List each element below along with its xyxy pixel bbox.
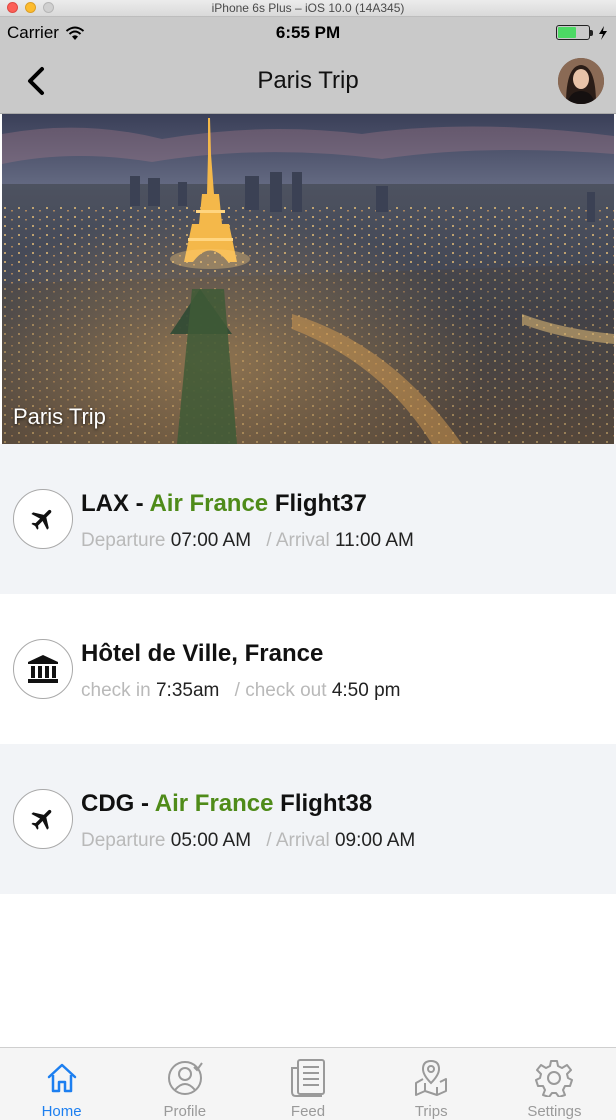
tab-label: Feed bbox=[290, 1103, 326, 1120]
feed-icon bbox=[288, 1058, 328, 1098]
check-in-label: check in bbox=[81, 680, 151, 701]
map-icon bbox=[411, 1058, 451, 1098]
tab-label: Home bbox=[41, 1103, 82, 1120]
title-dash: - bbox=[134, 790, 155, 817]
arrival-time: 11:00 AM bbox=[334, 530, 414, 551]
item-times: Departure 05:00 AM / Arrival 09:00 AM bbox=[81, 830, 415, 852]
item-times: check in 7:35am / check out 4:50 pm bbox=[81, 680, 400, 702]
origin-code: LAX bbox=[81, 490, 129, 517]
airplane-icon bbox=[13, 489, 73, 549]
flight-number: Flight38 bbox=[280, 790, 373, 817]
simulator-title-bar: iPhone 6s Plus – iOS 10.0 (14A345) bbox=[0, 0, 616, 17]
airline-name: Air France bbox=[149, 490, 269, 517]
tab-bar: Home Profile Feed Trips Settings bbox=[0, 1047, 616, 1120]
item-times: Departure 07:00 AM / Arrival 11:00 AM bbox=[81, 530, 414, 552]
departure-label: Departure bbox=[81, 530, 166, 551]
origin-code: CDG bbox=[81, 790, 135, 817]
charging-bolt-icon bbox=[599, 25, 607, 40]
avatar[interactable] bbox=[558, 58, 604, 104]
title-dash: - bbox=[129, 490, 150, 517]
time-separator: / bbox=[266, 830, 272, 851]
battery-indicator bbox=[556, 25, 608, 40]
tab-profile[interactable]: Profile bbox=[123, 1048, 246, 1120]
status-time: 6:55 PM bbox=[275, 23, 341, 42]
check-out-time: 4:50 pm bbox=[331, 680, 401, 701]
tab-settings[interactable]: Settings bbox=[493, 1048, 616, 1120]
timeline-item-flight-cdg[interactable]: CDG - Air France Flight38 Departure 05:0… bbox=[0, 744, 616, 894]
gear-icon bbox=[534, 1058, 574, 1098]
museum-icon bbox=[13, 639, 73, 699]
time-separator: / bbox=[266, 530, 272, 551]
item-title: Hôtel de Ville, France bbox=[81, 640, 324, 667]
tab-home[interactable]: Home bbox=[0, 1048, 123, 1120]
check-in-time: 7:35am bbox=[155, 680, 220, 701]
airplane-icon bbox=[13, 789, 73, 849]
trip-timeline: LAX - Air France Flight37 Departure 07:0… bbox=[0, 444, 616, 894]
item-title: CDG - Air France Flight38 bbox=[81, 790, 372, 818]
item-title: LAX - Air France Flight37 bbox=[81, 490, 367, 518]
app-screen: iPhone 6s Plus – iOS 10.0 (14A345) Carri… bbox=[0, 0, 616, 1120]
departure-label: Departure bbox=[81, 830, 166, 851]
airline-name: Air France bbox=[154, 790, 274, 817]
home-icon bbox=[42, 1058, 82, 1098]
hero-caption: Paris Trip bbox=[13, 404, 106, 429]
user-photo bbox=[558, 58, 604, 104]
timeline-item-hotel[interactable]: Hôtel de Ville, France check in 7:35am /… bbox=[0, 594, 616, 744]
check-out-label: check out bbox=[245, 680, 327, 701]
departure-time: 07:00 AM bbox=[170, 530, 252, 551]
profile-icon bbox=[165, 1058, 205, 1098]
tab-trips[interactable]: Trips bbox=[370, 1048, 493, 1120]
time-separator: / bbox=[234, 680, 240, 701]
simulator-title: iPhone 6s Plus – iOS 10.0 (14A345) bbox=[211, 1, 405, 15]
tab-feed[interactable]: Feed bbox=[246, 1048, 369, 1120]
arrival-time: 09:00 AM bbox=[334, 830, 416, 851]
timeline-item-flight-lax[interactable]: LAX - Air France Flight37 Departure 07:0… bbox=[0, 444, 616, 594]
arrival-label: Arrival bbox=[275, 830, 330, 851]
battery-icon bbox=[556, 25, 593, 40]
tab-label: Trips bbox=[414, 1103, 448, 1120]
tab-label: Profile bbox=[163, 1103, 207, 1120]
page-title: Paris Trip bbox=[257, 67, 359, 94]
status-bar: Carrier 6:55 PM bbox=[0, 17, 616, 49]
tab-label: Settings bbox=[527, 1103, 582, 1120]
departure-time: 05:00 AM bbox=[170, 830, 252, 851]
paris-skyline-photo bbox=[2, 114, 614, 444]
trip-hero-image: Paris Trip bbox=[2, 114, 614, 444]
battery-level-fill bbox=[558, 27, 576, 38]
flight-number: Flight37 bbox=[274, 490, 367, 517]
navigation-bar: Paris Trip bbox=[0, 49, 616, 114]
arrival-label: Arrival bbox=[275, 530, 330, 551]
